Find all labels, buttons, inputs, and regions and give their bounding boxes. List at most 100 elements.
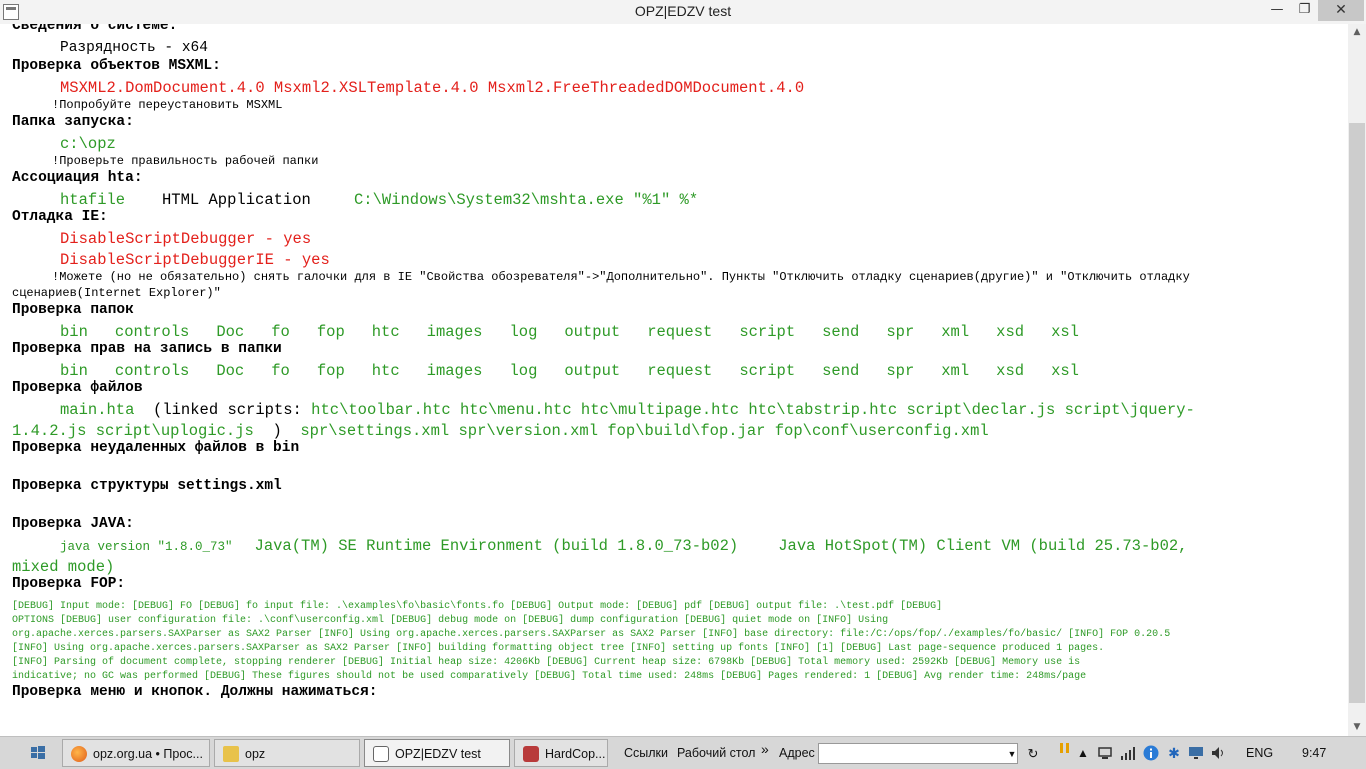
section-settings-title: Проверка структуры settings.xml xyxy=(12,478,282,494)
section-startup-title: Папка запуска: xyxy=(12,114,134,130)
fop-log-line: indicative; no GC was performed [DEBUG] … xyxy=(12,671,1087,682)
taskbar-app-label: OPZ|EDZV test xyxy=(395,747,481,761)
folder-item: log xyxy=(509,323,538,341)
folder-item: script xyxy=(739,323,796,341)
network-signal-icon[interactable] xyxy=(1120,745,1136,761)
vertical-scrollbar[interactable]: ▲ ▼ xyxy=(1348,24,1366,736)
section-fop-title: Проверка FOP: xyxy=(12,576,126,592)
folder-item: htc xyxy=(371,362,400,380)
close-button[interactable]: ✕ xyxy=(1318,0,1364,21)
files-close-paren: ) xyxy=(272,422,282,440)
ie-debugger-1: DisableScriptDebugger - yes xyxy=(60,230,312,248)
folder-item: output xyxy=(564,323,621,341)
window-icon xyxy=(373,746,389,762)
folder-item: request xyxy=(647,323,713,341)
folder-item: xsd xyxy=(996,323,1025,341)
tray-warning-icon[interactable] xyxy=(1057,741,1073,757)
folder-item: spr xyxy=(886,323,915,341)
folder-item: bin xyxy=(60,362,88,380)
taskbar-app-label: opz xyxy=(245,747,266,761)
java-version: java version "1.8.0_73" xyxy=(60,540,233,554)
section-msxml-title: Проверка объектов MSXML: xyxy=(12,58,221,74)
fop-log-line: OPTIONS [DEBUG] user configuration file:… xyxy=(12,615,889,626)
taskbar-app-firefox[interactable]: opz.org.ua • Прос... xyxy=(62,739,210,767)
refresh-icon[interactable]: ↻ xyxy=(1025,746,1041,762)
address-label: Адрес xyxy=(779,746,815,760)
folder-item: fop xyxy=(316,362,345,380)
files-main-hta: main.hta xyxy=(60,401,135,419)
files-linked-scripts-2: 1.4.2.js script\uplogic.js xyxy=(12,422,254,440)
system-bitness: Разрядность - x64 xyxy=(60,40,208,56)
folder-item: script xyxy=(739,362,796,380)
msxml-note: !Попробуйте переустановить MSXML xyxy=(52,98,283,112)
folder-item: request xyxy=(647,362,713,380)
taskbar-app-opz-test[interactable]: OPZ|EDZV test xyxy=(364,739,510,767)
java-vm-mode: mixed mode) xyxy=(12,558,115,576)
scroll-up-arrow-icon[interactable]: ▲ xyxy=(1348,24,1366,41)
files-linked-label: (linked scripts: xyxy=(153,401,302,419)
section-bin-title: Проверка неудаленных файлов в bin xyxy=(12,440,300,456)
java-vm: Java HotSpot(TM) Client VM (build 25.73-… xyxy=(778,537,1188,555)
fop-log-line: [INFO] Using org.apache.xerces.parsers.S… xyxy=(12,643,1105,654)
section-ie-title: Отладка IE: xyxy=(12,209,108,225)
hta-name: HTML Application xyxy=(162,191,311,209)
section-menu-title: Проверка меню и кнопок. Должны нажиматьс… xyxy=(12,684,378,700)
tray-expand-icon[interactable]: ▲ xyxy=(1075,745,1091,761)
folder-item: htc xyxy=(371,323,400,341)
folder-item: controls xyxy=(114,323,190,341)
section-folders-title: Проверка папок xyxy=(12,302,134,318)
section-system-title: Сведения о системе: xyxy=(12,24,178,34)
folder-item: controls xyxy=(114,362,190,380)
fop-log-line: org.apache.xerces.parsers.SAXParser as S… xyxy=(12,629,1171,640)
tray-device-icon[interactable] xyxy=(1097,745,1113,761)
files-linked-scripts-1: htc\toolbar.htc htc\menu.htc htc\multipa… xyxy=(311,401,1195,419)
start-button[interactable] xyxy=(22,739,52,767)
toolbar-links[interactable]: Ссылки xyxy=(624,739,668,767)
folder-item: images xyxy=(426,362,483,380)
firefox-icon xyxy=(71,746,87,762)
files-config-list: spr\settings.xml spr\version.xml fop\bui… xyxy=(300,422,989,440)
title-bar: OPZ|EDZV test — ❐ ✕ xyxy=(0,0,1366,25)
taskbar-app-hardcopy[interactable]: HardCop... xyxy=(514,739,608,767)
folder-item: output xyxy=(564,362,621,380)
folder-item: images xyxy=(426,323,483,341)
msxml-objects: MSXML2.DomDocument.4.0 Msxml2.XSLTemplat… xyxy=(60,79,805,97)
clock[interactable]: 9:47 xyxy=(1302,739,1326,767)
scrollbar-thumb[interactable] xyxy=(1349,123,1365,703)
taskbar-app-folder[interactable]: opz xyxy=(214,739,360,767)
folder-item: fo xyxy=(271,323,290,341)
app-icon xyxy=(523,746,539,762)
language-indicator[interactable]: ENG xyxy=(1246,739,1273,767)
hta-command: C:\Windows\System32\mshta.exe "%1" %* xyxy=(354,191,699,209)
minimize-button[interactable]: — xyxy=(1263,0,1291,21)
snowflake-app-icon[interactable]: ✱ xyxy=(1166,745,1182,761)
fop-log-line: [DEBUG] Input mode: [DEBUG] FO [DEBUG] f… xyxy=(12,601,943,612)
rights-folders-list: bin controls Doc fo fop htc images log output req… xyxy=(60,362,1106,380)
startup-folder: c:\opz xyxy=(60,135,116,153)
folder-item: Doc xyxy=(216,323,245,341)
folder-item: xml xyxy=(941,323,970,341)
scroll-down-arrow-icon[interactable]: ▼ xyxy=(1348,719,1366,736)
folder-item: fop xyxy=(316,323,345,341)
volume-icon[interactable] xyxy=(1210,745,1226,761)
address-input[interactable] xyxy=(818,743,1018,764)
folders-list: bin controls Doc fo fop htc images log output req… xyxy=(60,323,1106,341)
folder-icon xyxy=(223,746,239,762)
address-dropdown-icon[interactable]: ▼ xyxy=(1004,746,1020,762)
taskbar-app-label: HardCop... xyxy=(545,747,606,761)
monitor-icon[interactable] xyxy=(1188,745,1204,761)
toolbar-more-chevron-icon[interactable]: » xyxy=(761,735,769,763)
maximize-button[interactable]: ❐ xyxy=(1291,0,1318,21)
folder-item: fo xyxy=(271,362,290,380)
ie-debugger-2: DisableScriptDebuggerIE - yes xyxy=(60,251,330,269)
info-icon[interactable] xyxy=(1143,745,1159,761)
fop-log-line: [INFO] Parsing of document complete, sto… xyxy=(12,657,1081,668)
toolbar-desktop[interactable]: Рабочий стол xyxy=(677,739,755,767)
section-files-title: Проверка файлов xyxy=(12,380,143,396)
taskbar-app-label: opz.org.ua • Прос... xyxy=(93,747,203,761)
taskbar: opz.org.ua • Прос... opz OPZ|EDZV test H… xyxy=(0,736,1366,769)
window-title: OPZ|EDZV test xyxy=(634,3,732,19)
folder-item: xsd xyxy=(996,362,1025,380)
startup-note: !Проверьте правильность рабочей папки xyxy=(52,154,319,168)
java-line-1: java version "1.8.0_73" Java(TM) SE Runti… xyxy=(60,537,1188,555)
